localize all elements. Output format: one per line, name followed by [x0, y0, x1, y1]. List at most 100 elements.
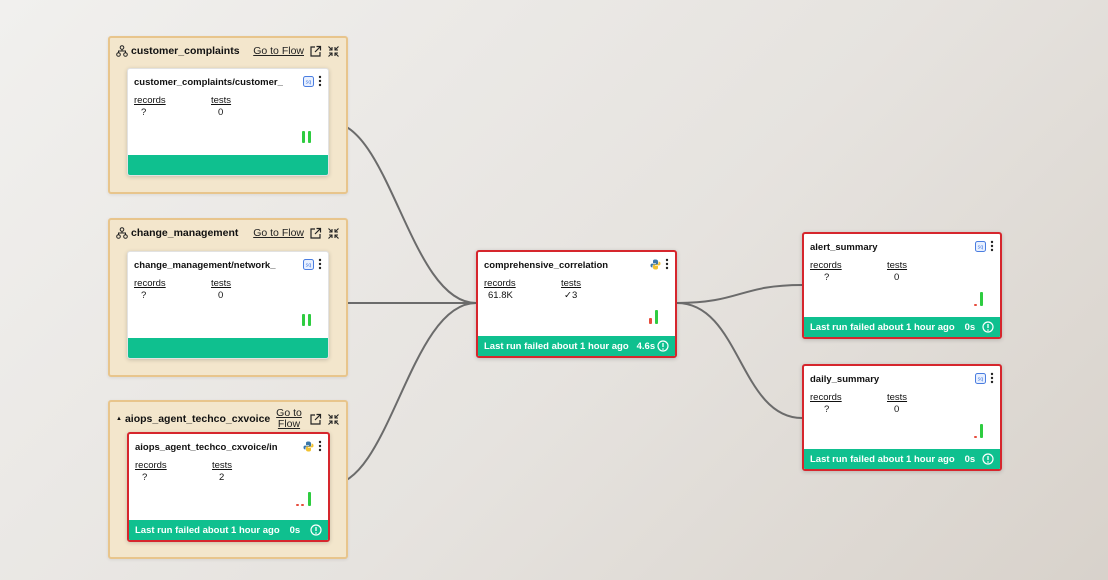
kebab-menu-icon[interactable] — [665, 258, 669, 270]
run-duration: 4.6s — [636, 340, 656, 352]
kebab-menu-icon[interactable] — [990, 240, 994, 252]
edge-correlation-to-daily-summary — [676, 302, 803, 419]
node-card-change-management[interactable]: change_management/network_ sq records? t… — [127, 251, 329, 359]
last-run-status: Last run failed about 1 hour ago — [810, 453, 955, 465]
node-card-customer-complaints[interactable]: customer_complaints/customer_ sq records… — [127, 68, 329, 176]
sql-icon: sq — [303, 75, 314, 87]
run-bar — [308, 131, 311, 143]
sql-icon: sq — [303, 258, 314, 270]
run-duration: 0s — [964, 453, 976, 465]
run-history-bars — [974, 290, 988, 306]
flow-group-customer-complaints: customer_complaints Go to Flow customer_… — [108, 36, 348, 194]
tests-label[interactable]: tests — [887, 260, 964, 271]
flow-header: customer_complaints Go to Flow — [116, 42, 340, 60]
node-stats: records? tests 0 — [134, 95, 288, 118]
run-bar — [308, 314, 311, 326]
info-icon[interactable] — [982, 321, 994, 333]
sql-icon: sq — [975, 240, 986, 252]
last-run-status: Last run failed about 1 hour ago — [484, 340, 629, 352]
records-label[interactable]: records — [810, 392, 887, 403]
info-icon[interactable] — [310, 524, 322, 536]
svg-text:sq: sq — [306, 262, 312, 268]
run-bar — [980, 424, 983, 438]
external-link-icon[interactable] — [309, 45, 322, 58]
tests-value: 0 — [894, 404, 900, 415]
node-title: daily_summary — [810, 374, 880, 385]
info-icon[interactable] — [657, 340, 669, 352]
python-icon — [303, 441, 314, 452]
check-icon: ✓ — [564, 290, 572, 301]
node-card-alert-summary[interactable]: alert_summary sq records? tests 0 Last ru… — [802, 232, 1002, 339]
flow-header: ▲ aiops_agent_techco_cxvoice Go to Flow — [116, 408, 340, 430]
node-status-bar: Last run failed about 1 hour ago 0s — [804, 317, 1000, 337]
node-status-bar — [128, 338, 328, 358]
records-label[interactable]: records — [135, 460, 212, 471]
run-bar — [649, 318, 652, 324]
node-stats: records? tests 0 — [134, 278, 288, 301]
last-run-status: Last run failed about 1 hour ago — [135, 524, 280, 536]
node-stats: records? tests 2 — [135, 460, 289, 483]
records-value: 61.8K — [488, 290, 513, 301]
flow-icon — [116, 227, 128, 239]
tests-value: ✓3 — [564, 290, 638, 301]
tests-value: 0 — [218, 290, 224, 301]
collapse-icon[interactable] — [327, 227, 340, 240]
tests-value: 2 — [219, 472, 225, 483]
sql-icon: sq — [975, 372, 986, 384]
node-status-bar — [128, 155, 328, 175]
run-history-bars — [302, 310, 316, 326]
records-value: ? — [141, 290, 147, 301]
node-card-aiops-agent[interactable]: aiops_agent_techco_cxvoice/in records? t… — [127, 432, 330, 542]
svg-text:sq: sq — [306, 79, 312, 85]
collapse-icon[interactable] — [327, 45, 340, 58]
tests-label[interactable]: tests — [887, 392, 964, 403]
go-to-flow-link[interactable]: Go to Flow — [253, 227, 304, 239]
node-status-bar: Last run failed about 1 hour ago 4.6s — [478, 336, 675, 356]
run-bar — [974, 436, 977, 438]
run-bar — [302, 314, 305, 326]
run-history-bars — [302, 127, 316, 143]
kebab-menu-icon[interactable] — [318, 258, 322, 270]
info-icon[interactable] — [982, 453, 994, 465]
collapse-icon[interactable] — [327, 413, 340, 426]
run-history-bars — [296, 490, 316, 506]
tests-value: 0 — [894, 272, 900, 283]
run-history-bars — [649, 308, 663, 324]
run-bar — [655, 310, 658, 324]
records-label[interactable]: records — [134, 95, 211, 106]
records-label[interactable]: records — [810, 260, 887, 271]
run-bar — [974, 304, 977, 306]
edge-aiops-to-correlation — [329, 302, 477, 486]
run-bar — [296, 504, 299, 506]
node-title: customer_complaints/customer_ — [134, 77, 283, 88]
tests-label[interactable]: tests — [212, 460, 289, 471]
external-link-icon[interactable] — [309, 413, 322, 426]
flow-header: change_management Go to Flow — [116, 224, 340, 242]
records-label[interactable]: records — [134, 278, 211, 289]
kebab-menu-icon[interactable] — [318, 75, 322, 87]
kebab-menu-icon[interactable] — [318, 440, 322, 452]
python-icon — [650, 259, 661, 270]
node-title: aiops_agent_techco_cxvoice/in — [135, 442, 278, 453]
records-value: ? — [141, 107, 147, 118]
node-title: comprehensive_correlation — [484, 260, 609, 271]
tests-value: 0 — [218, 107, 224, 118]
node-card-daily-summary[interactable]: daily_summary sq records? tests 0 Last ru… — [802, 364, 1002, 471]
node-card-comprehensive-correlation[interactable]: comprehensive_correlation records 61.8K t… — [476, 250, 677, 358]
flow-name: customer_complaints — [131, 45, 240, 57]
tests-label[interactable]: tests — [561, 278, 638, 289]
run-bar — [308, 492, 311, 506]
tests-label[interactable]: tests — [211, 278, 288, 289]
node-stats: records 61.8K tests ✓3 — [484, 278, 638, 301]
go-to-flow-link[interactable]: Go to Flow — [274, 408, 304, 430]
dot-icon: ▲ — [116, 416, 122, 422]
svg-text:sq: sq — [978, 376, 984, 382]
tests-label[interactable]: tests — [211, 95, 288, 106]
flow-name: change_management — [131, 227, 239, 239]
kebab-menu-icon[interactable] — [990, 372, 994, 384]
run-duration: 0s — [964, 321, 976, 333]
go-to-flow-link[interactable]: Go to Flow — [253, 45, 304, 57]
records-label[interactable]: records — [484, 278, 561, 289]
records-value: ? — [824, 404, 830, 415]
external-link-icon[interactable] — [309, 227, 322, 240]
